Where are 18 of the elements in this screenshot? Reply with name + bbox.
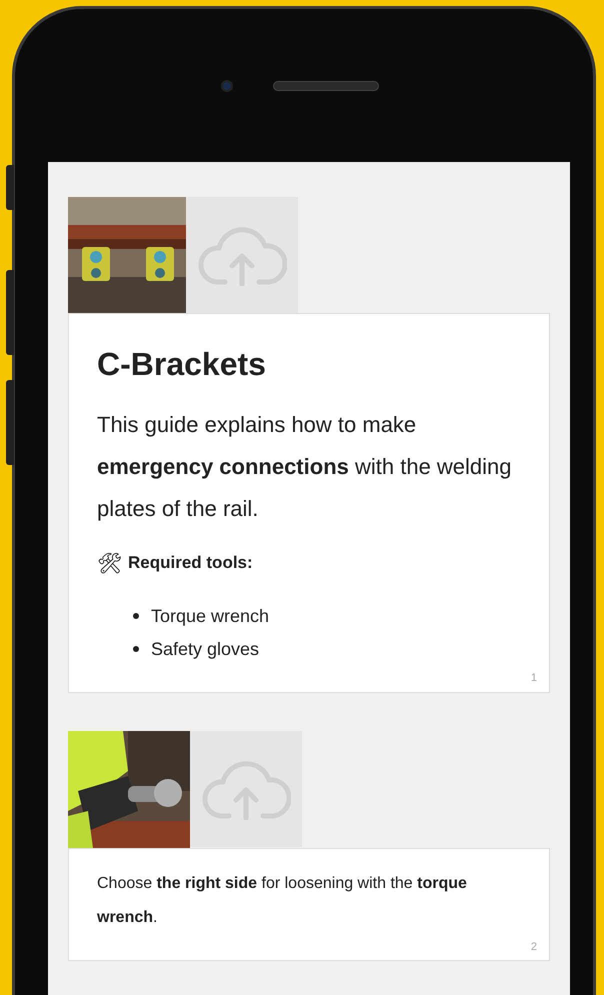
page-number: 1 [530,670,537,686]
tool-item: Safety gloves [151,638,260,661]
bullet-icon [133,613,139,619]
side-button[interactable] [6,270,14,355]
bullet-icon [133,646,139,652]
guide-title: C-Brackets [97,345,267,384]
side-button[interactable] [6,165,14,210]
tools-heading: Required tools: [128,552,253,574]
camera-icon [221,80,233,92]
upload-placeholder[interactable] [190,731,302,847]
tool-item: Torque wrench [151,604,270,628]
step-instruction: Choose the right side for loosening with the torque wrench. [97,874,468,928]
guide-description: This guide explains how to make emergency connections with the welding plates of the rail. [97,411,513,523]
page-number: 2 [530,940,537,955]
upload-placeholder[interactable] [186,197,298,313]
tools-icon: 🛠 [97,550,122,575]
speaker-icon [273,80,379,90]
side-button[interactable] [6,380,14,465]
